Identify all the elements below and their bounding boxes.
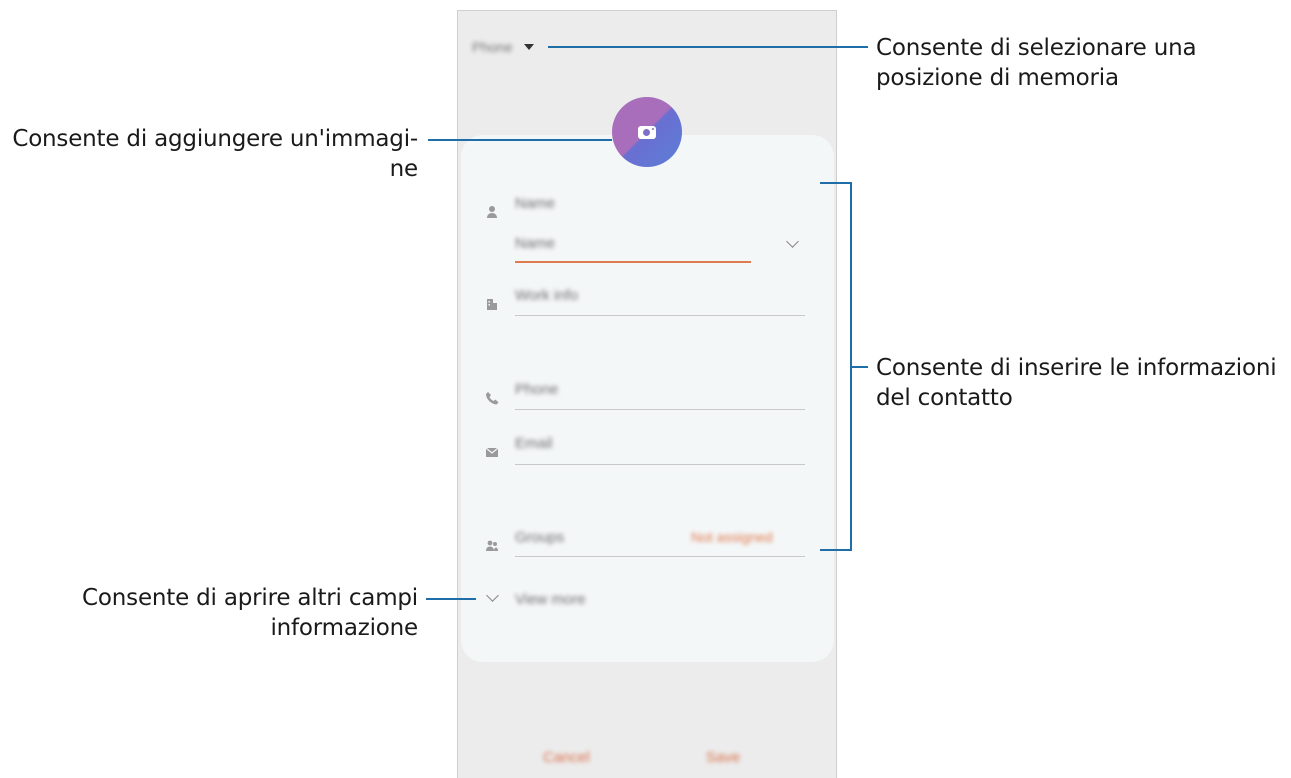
info-callout-line xyxy=(852,366,868,368)
storage-selector[interactable]: Phone xyxy=(472,39,535,55)
name-label: Name xyxy=(515,195,556,212)
save-button[interactable]: Save xyxy=(706,749,740,766)
groups-icon xyxy=(486,540,498,551)
image-callout-line2: ne xyxy=(389,156,419,182)
phone-input[interactable]: Phone xyxy=(515,381,558,398)
email-icon xyxy=(485,447,499,457)
info-callout-line1: Consente di inserire le informazioni xyxy=(876,355,1277,381)
groups-label: Groups xyxy=(515,529,565,546)
name-input[interactable]: Name xyxy=(515,235,555,252)
info-bracket-bottom xyxy=(820,549,850,551)
more-callout: Consente di aprire altri campi informazi… xyxy=(0,583,418,643)
more-callout-line xyxy=(426,598,476,600)
info-callout: Consente di inserire le informazioni del… xyxy=(876,353,1277,413)
view-more-button[interactable]: View more xyxy=(515,591,586,608)
email-underline xyxy=(515,464,805,465)
storage-callout-line1: Consente di selezionare una xyxy=(876,35,1197,61)
groups-value-button[interactable]: Not assigned xyxy=(691,529,773,545)
cancel-button[interactable]: Cancel xyxy=(543,749,590,766)
image-callout: Consente di aggiungere un'immagi- ne xyxy=(0,124,418,184)
storage-callout: Consente di selezionare una posizione di… xyxy=(876,33,1197,93)
image-callout-line1: Consente di aggiungere un'immagi- xyxy=(12,126,418,152)
storage-callout-line xyxy=(548,46,868,48)
name-input-underline xyxy=(515,261,751,263)
info-callout-line2: del contatto xyxy=(876,385,1013,411)
phone-screen: Phone Name Name Work info Phone Email Gr… xyxy=(457,10,837,778)
building-icon xyxy=(487,299,497,310)
view-more-chevron-icon[interactable] xyxy=(486,589,499,602)
email-input[interactable]: Email xyxy=(515,435,553,452)
work-info-input[interactable]: Work info xyxy=(515,287,578,304)
info-bracket-top xyxy=(820,182,850,184)
camera-icon xyxy=(638,125,656,139)
phone-underline xyxy=(515,409,805,410)
groups-underline xyxy=(515,556,805,557)
more-callout-line1: Consente di aprire altri campi xyxy=(82,585,418,611)
more-callout-line2: informazione xyxy=(270,615,418,641)
person-icon xyxy=(487,206,497,218)
expand-name-chevron-icon[interactable] xyxy=(786,235,799,248)
storage-callout-line2: posizione di memoria xyxy=(876,65,1119,91)
storage-label: Phone xyxy=(472,39,513,55)
dropdown-caret-icon xyxy=(524,44,535,50)
contact-form-card: Name Name Work info Phone Email Groups N… xyxy=(461,135,834,662)
phone-icon xyxy=(486,392,499,405)
add-image-button[interactable] xyxy=(612,97,682,167)
work-info-underline xyxy=(515,315,805,316)
image-callout-line xyxy=(428,139,612,141)
